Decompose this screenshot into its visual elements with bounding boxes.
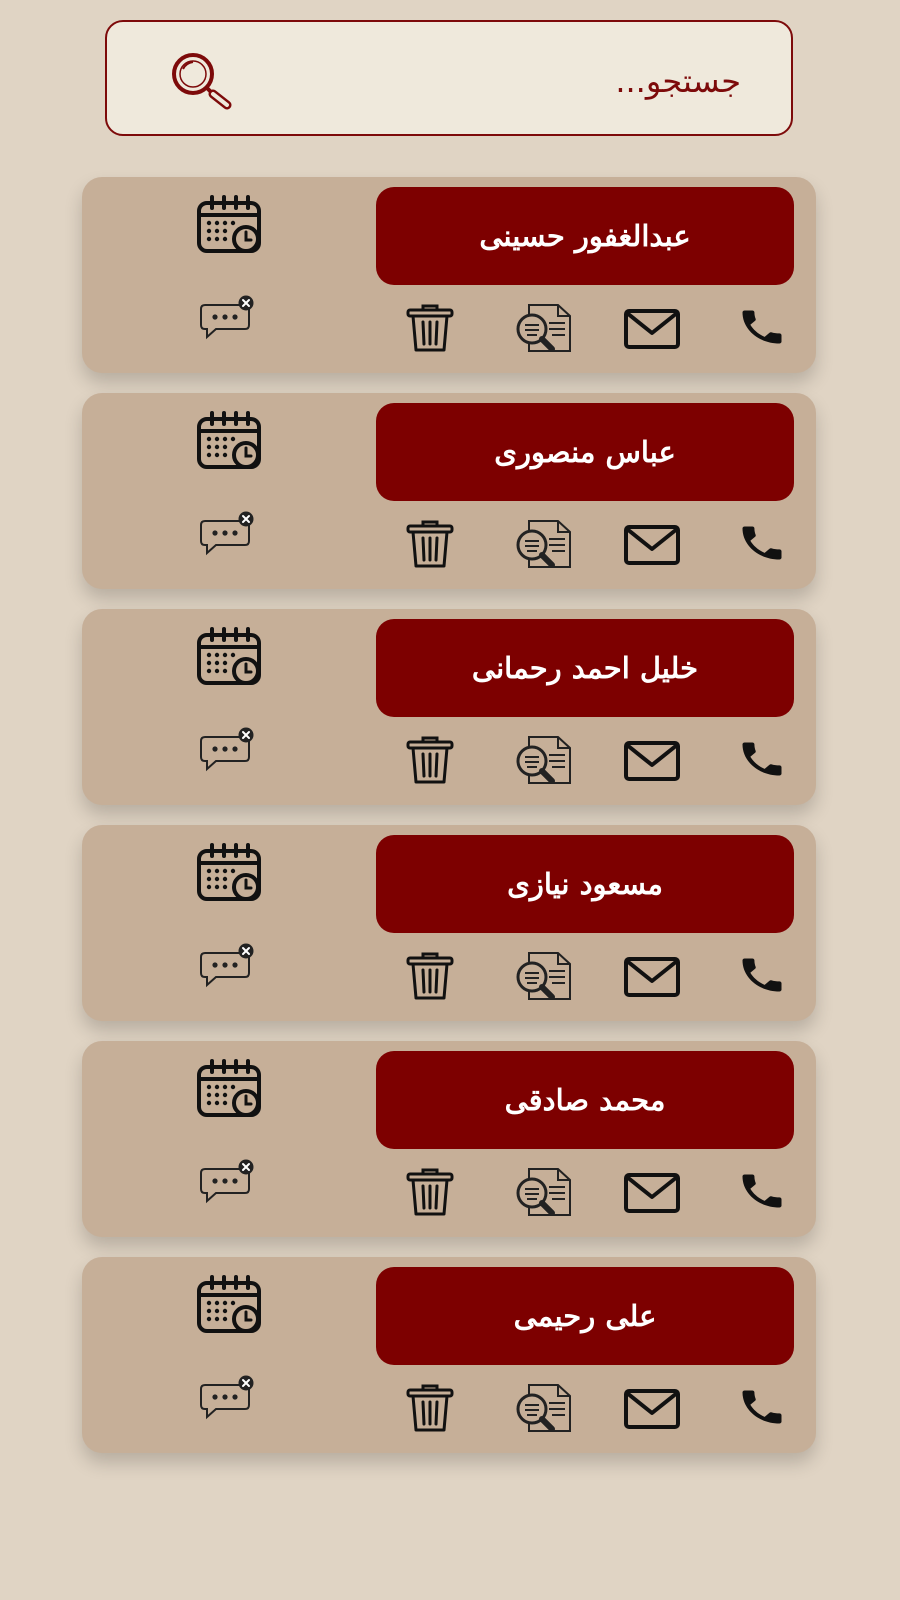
calendar-icon[interactable]	[196, 195, 264, 255]
phone-icon[interactable]	[736, 305, 788, 349]
contact-name[interactable]: مسعود نیازی	[376, 835, 794, 933]
mail-icon[interactable]	[624, 525, 680, 565]
search-input[interactable]	[319, 52, 743, 110]
contact-name[interactable]: خلیل احمد رحمانی	[376, 619, 794, 717]
contact-name[interactable]: علی رحیمی	[376, 1267, 794, 1365]
contact-card: علی رحیمی	[82, 1257, 816, 1453]
trash-icon[interactable]	[404, 519, 456, 569]
message-cancel-icon[interactable]	[198, 511, 256, 557]
calendar-icon[interactable]	[196, 411, 264, 471]
contact-card: خلیل احمد رحمانی	[82, 609, 816, 805]
search-icon[interactable]	[167, 50, 235, 110]
document-search-icon[interactable]	[512, 951, 574, 1001]
message-cancel-icon[interactable]	[198, 1375, 256, 1421]
document-search-icon[interactable]	[512, 303, 574, 353]
trash-icon[interactable]	[404, 735, 456, 785]
contact-card: عباس منصوری	[82, 393, 816, 589]
mail-icon[interactable]	[624, 309, 680, 349]
contact-name[interactable]: عباس منصوری	[376, 403, 794, 501]
trash-icon[interactable]	[404, 1383, 456, 1433]
trash-icon[interactable]	[404, 951, 456, 1001]
phone-icon[interactable]	[736, 953, 788, 997]
message-cancel-icon[interactable]	[198, 943, 256, 989]
message-cancel-icon[interactable]	[198, 1159, 256, 1205]
document-search-icon[interactable]	[512, 519, 574, 569]
calendar-icon[interactable]	[196, 1275, 264, 1335]
document-search-icon[interactable]	[512, 1383, 574, 1433]
contact-name[interactable]: محمد صادقی	[376, 1051, 794, 1149]
contact-card: عبدالغفور حسینی	[82, 177, 816, 373]
contact-card: محمد صادقی	[82, 1041, 816, 1237]
calendar-icon[interactable]	[196, 627, 264, 687]
mail-icon[interactable]	[624, 1173, 680, 1213]
search-box	[105, 20, 793, 136]
phone-icon[interactable]	[736, 737, 788, 781]
message-cancel-icon[interactable]	[198, 295, 256, 341]
mail-icon[interactable]	[624, 741, 680, 781]
mail-icon[interactable]	[624, 957, 680, 997]
contact-name[interactable]: عبدالغفور حسینی	[376, 187, 794, 285]
contact-card: مسعود نیازی	[82, 825, 816, 1021]
phone-icon[interactable]	[736, 1169, 788, 1213]
phone-icon[interactable]	[736, 1385, 788, 1429]
mail-icon[interactable]	[624, 1389, 680, 1429]
trash-icon[interactable]	[404, 303, 456, 353]
document-search-icon[interactable]	[512, 735, 574, 785]
trash-icon[interactable]	[404, 1167, 456, 1217]
document-search-icon[interactable]	[512, 1167, 574, 1217]
calendar-icon[interactable]	[196, 843, 264, 903]
message-cancel-icon[interactable]	[198, 727, 256, 773]
calendar-icon[interactable]	[196, 1059, 264, 1119]
phone-icon[interactable]	[736, 521, 788, 565]
